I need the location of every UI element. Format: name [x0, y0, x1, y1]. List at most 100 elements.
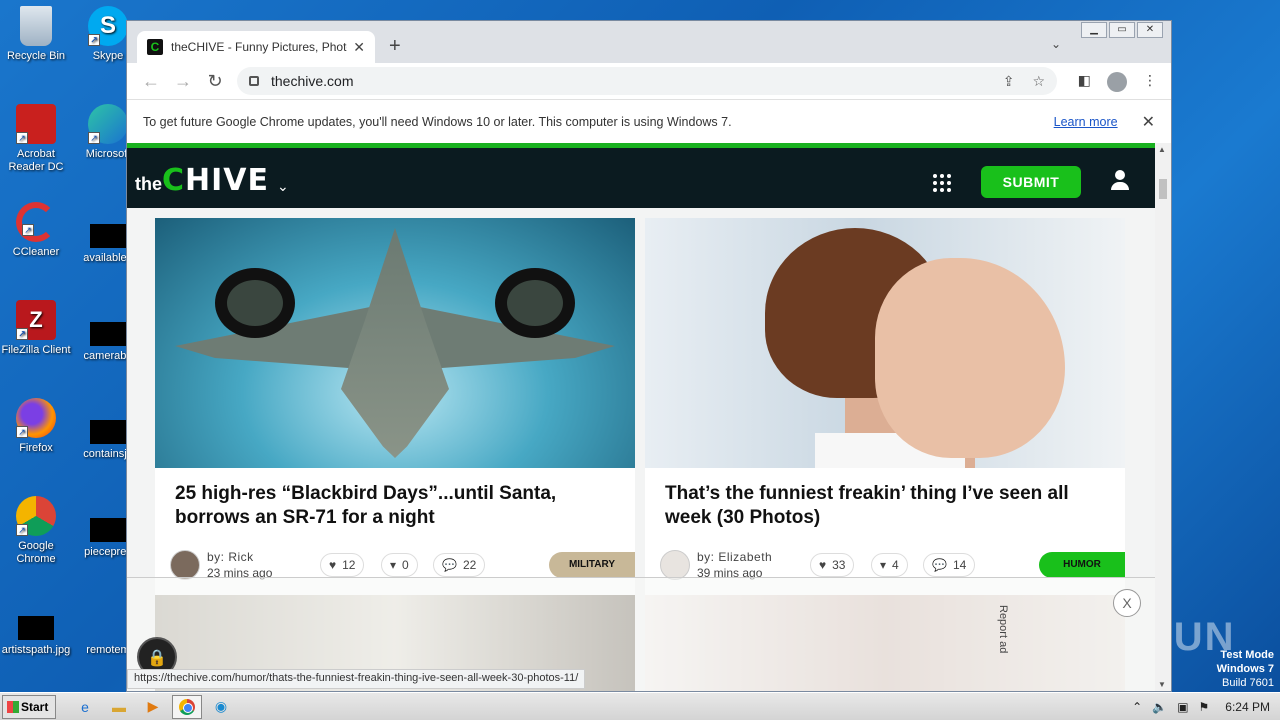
recycle-bin-icon: [20, 6, 52, 46]
dislike-button[interactable]: ▾ 0: [381, 553, 418, 577]
volume-icon[interactable]: 🔈: [1152, 700, 1167, 714]
thumbs-down-icon: ▾: [880, 558, 887, 572]
scroll-up-icon[interactable]: ▲: [1158, 145, 1166, 154]
desktop-icon-recycle-bin[interactable]: Recycle Bin: [0, 6, 72, 63]
taskbar-chrome-icon[interactable]: [172, 694, 202, 719]
test-mode-line1: Test Mode: [1220, 649, 1274, 661]
share-icon[interactable]: ⇪: [1003, 73, 1015, 90]
desktop-icon-label: FileZilla Client: [1, 344, 71, 356]
author-name[interactable]: by: Rick: [207, 550, 254, 564]
desktop-icon-filezilla[interactable]: Z ↗ FileZilla Client: [0, 300, 72, 357]
article-image-portrait[interactable]: [645, 218, 1125, 468]
filezilla-icon: Z ↗: [16, 300, 56, 340]
skype-icon: S ↗: [88, 6, 128, 46]
page-viewport: theCHIVE ⌄ SUBMIT 25 high-res “Blackbird…: [127, 143, 1171, 691]
apps-grid-icon[interactable]: [933, 174, 951, 192]
comments-button[interactable]: 💬 22: [433, 553, 486, 577]
lock-icon[interactable]: [249, 76, 259, 86]
start-button[interactable]: Start: [2, 694, 56, 719]
infobar-close-icon[interactable]: ✕: [1142, 112, 1155, 132]
back-button[interactable]: ←: [135, 71, 167, 92]
scroll-thumb[interactable]: [1159, 179, 1167, 199]
taskbar-media-player-icon[interactable]: ▶: [138, 695, 168, 719]
dislike-button[interactable]: ▾ 4: [871, 553, 908, 577]
minimize-button[interactable]: ▁: [1081, 22, 1107, 38]
article-image-sr71[interactable]: [155, 218, 635, 468]
category-tag[interactable]: HUMOR: [1039, 552, 1125, 578]
author-name[interactable]: by: Elizabeth: [697, 550, 772, 564]
thumbs-down-icon: ▾: [390, 558, 397, 572]
author-avatar[interactable]: [170, 550, 200, 580]
address-bar[interactable]: thechive.com ⇪ ☆: [237, 67, 1057, 95]
article-headline[interactable]: That’s the funniest freakin’ thing I’ve …: [645, 468, 1125, 538]
desktop-icon-label: artistspath.jpg: [1, 644, 71, 656]
report-ad-link[interactable]: Report ad: [997, 605, 1009, 653]
reload-button[interactable]: ↻: [199, 71, 231, 92]
tab-title: theCHIVE - Funny Pictures, Photos,: [171, 40, 348, 54]
file-thumbnail-icon: [90, 224, 126, 248]
page-scrollbar[interactable]: ▲ ▼: [1155, 143, 1171, 691]
dislike-count: 4: [892, 558, 899, 572]
article-card[interactable]: That’s the funniest freakin’ thing I’ve …: [645, 218, 1125, 598]
menu-kebab-icon[interactable]: ⋮: [1143, 72, 1157, 92]
article-headline[interactable]: 25 high-res “Blackbird Days”...until San…: [155, 468, 635, 538]
logo-chevron-down-icon[interactable]: ⌄: [277, 178, 289, 195]
infobar-message: To get future Google Chrome updates, you…: [143, 114, 732, 129]
desktop-icon-acrobat[interactable]: ↗ Acrobat Reader DC: [0, 104, 72, 174]
logo-hive: HIVE: [185, 163, 270, 198]
bookmark-star-icon[interactable]: ☆: [1032, 73, 1045, 90]
network-icon[interactable]: ▣: [1177, 700, 1188, 714]
thechive-page: theCHIVE ⌄ SUBMIT 25 high-res “Blackbird…: [127, 143, 1155, 691]
article-card[interactable]: 25 high-res “Blackbird Days”...until San…: [155, 218, 635, 598]
desktop-icon-chrome[interactable]: ↗ Google Chrome: [0, 496, 72, 566]
test-mode-line2: Windows 7: [1216, 663, 1274, 675]
category-tag[interactable]: MILITARY: [549, 552, 635, 578]
close-window-button[interactable]: ✕: [1137, 22, 1163, 38]
test-mode-label: Test Mode Windows 7 Build 7601: [1217, 648, 1274, 690]
desktop-icon-firefox[interactable]: ↗ Firefox: [0, 398, 72, 455]
comments-button[interactable]: 💬 14: [923, 553, 976, 577]
thechive-logo[interactable]: theCHIVE: [135, 163, 269, 198]
file-thumbnail-icon: [90, 518, 126, 542]
scroll-down-icon[interactable]: ▼: [1158, 680, 1166, 689]
clock[interactable]: 6:24 PM: [1225, 700, 1270, 714]
action-center-flag-icon[interactable]: ⚑: [1199, 700, 1210, 714]
desktop-icon-label: Recycle Bin: [6, 50, 66, 62]
user-account-icon[interactable]: [1109, 170, 1131, 192]
side-panel-icon[interactable]: ◧: [1078, 72, 1091, 92]
author-avatar[interactable]: [660, 550, 690, 580]
windows-flag-icon: [7, 700, 19, 713]
like-count: 33: [832, 558, 846, 572]
heart-icon: ♥: [329, 558, 337, 572]
comment-count: 14: [952, 558, 967, 572]
browser-toolbar: ← → ↻ thechive.com ⇪ ☆ ◧ ⋮: [127, 63, 1171, 99]
desktop-icon-artistspath[interactable]: artistspath.jpg: [0, 604, 72, 657]
tab-thechive[interactable]: C theCHIVE - Funny Pictures, Photos, ✕: [137, 31, 375, 63]
url-text[interactable]: thechive.com: [271, 73, 985, 89]
logo-c: C: [162, 163, 186, 198]
file-thumbnail-icon: [18, 616, 54, 640]
taskbar-ie-icon[interactable]: e: [70, 695, 100, 719]
like-button[interactable]: ♥ 33: [810, 553, 855, 577]
new-tab-button[interactable]: +: [389, 35, 401, 58]
taskbar-explorer-icon[interactable]: ▬: [104, 695, 134, 719]
forward-button[interactable]: →: [167, 71, 199, 92]
like-count: 12: [342, 558, 356, 572]
profile-avatar-icon[interactable]: [1107, 72, 1127, 92]
desktop-icon-ccleaner[interactable]: ↗ CCleaner: [0, 202, 72, 259]
like-button[interactable]: ♥ 12: [320, 553, 365, 577]
system-tray: ⌃ 🔈 ▣ ⚑ 6:24 PM: [1122, 693, 1280, 720]
desktop-icon-label: Acrobat Reader DC: [8, 148, 64, 173]
ad-close-button[interactable]: X: [1113, 589, 1141, 617]
desktop-icon-label: Firefox: [19, 442, 53, 454]
taskbar-edge-icon[interactable]: ◉: [206, 695, 236, 719]
maximize-button[interactable]: ▭: [1109, 22, 1135, 38]
firefox-icon: ↗: [16, 398, 56, 438]
tab-close-icon[interactable]: ✕: [353, 39, 365, 56]
tray-arrow-icon[interactable]: ⌃: [1132, 700, 1142, 714]
submit-button[interactable]: SUBMIT: [981, 166, 1081, 198]
chrome-icon: ↗: [16, 496, 56, 536]
learn-more-link[interactable]: Learn more: [1054, 115, 1118, 129]
tab-search-chevron-icon[interactable]: ⌄: [1051, 37, 1061, 51]
window-controls: ▁ ▭ ✕: [1081, 22, 1163, 38]
